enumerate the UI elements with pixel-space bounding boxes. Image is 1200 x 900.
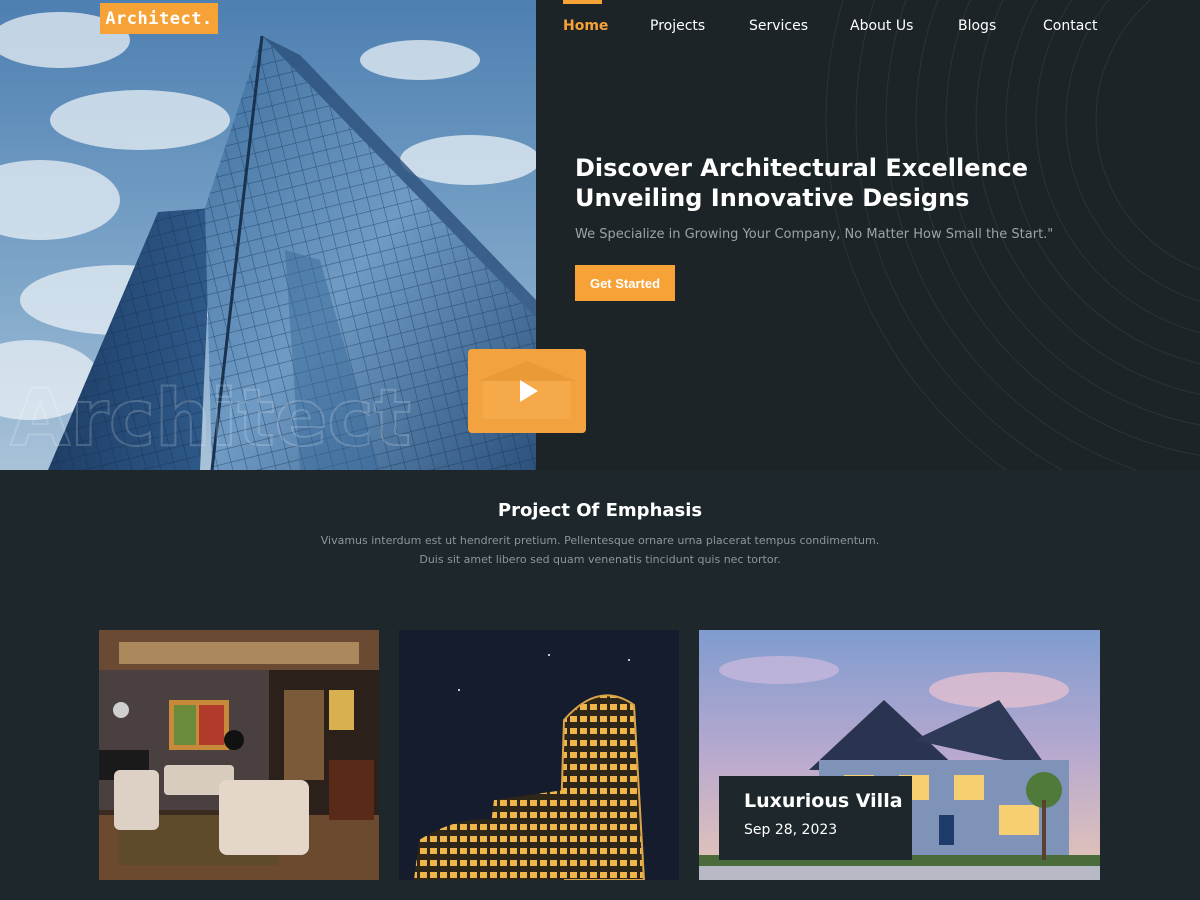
hero-skyscraper-image: Architect xyxy=(0,0,536,470)
projects-section-description: Vivamus interdum est ut hendrerit pretiu… xyxy=(0,531,1200,569)
project-title: Luxurious Villa xyxy=(744,790,903,812)
nav-item-services[interactable]: Services xyxy=(749,0,850,50)
living-room-image xyxy=(99,630,379,880)
description-line: Duis sit amet libero sed quam venenatis … xyxy=(419,553,781,566)
hero-section: Architect Architect. Home Projects Servi… xyxy=(0,0,1200,470)
play-icon xyxy=(520,380,538,402)
project-card-living-room[interactable] xyxy=(99,630,379,880)
brand-logo[interactable]: Architect. xyxy=(100,3,218,34)
nav-item-contact[interactable]: Contact xyxy=(1043,0,1113,50)
video-play-button[interactable] xyxy=(468,349,586,433)
project-card-night-building[interactable] xyxy=(399,630,679,880)
curved-building-night-image xyxy=(399,630,679,880)
projects-section-title: Project Of Emphasis xyxy=(497,500,703,521)
main-nav: Home Projects Services About Us Blogs Co… xyxy=(563,0,1113,50)
project-caption: Luxurious Villa Sep 28, 2023 xyxy=(719,776,912,860)
get-started-button[interactable]: Get Started xyxy=(575,265,675,301)
nav-item-about-us[interactable]: About Us xyxy=(850,0,958,50)
nav-item-projects[interactable]: Projects xyxy=(650,0,749,50)
project-card-luxurious-villa[interactable]: Luxurious Villa Sep 28, 2023 xyxy=(699,630,1100,880)
project-date: Sep 28, 2023 xyxy=(744,822,838,838)
image-watermark: Architect xyxy=(10,374,411,464)
nav-item-blogs[interactable]: Blogs xyxy=(958,0,1043,50)
hero-subtitle: We Specialize in Growing Your Company, N… xyxy=(575,227,1054,242)
hero-title: Discover Architectural Excellence Unveil… xyxy=(575,154,1029,212)
description-line: Vivamus interdum est ut hendrerit pretiu… xyxy=(320,534,880,547)
nav-item-home[interactable]: Home xyxy=(563,0,650,50)
